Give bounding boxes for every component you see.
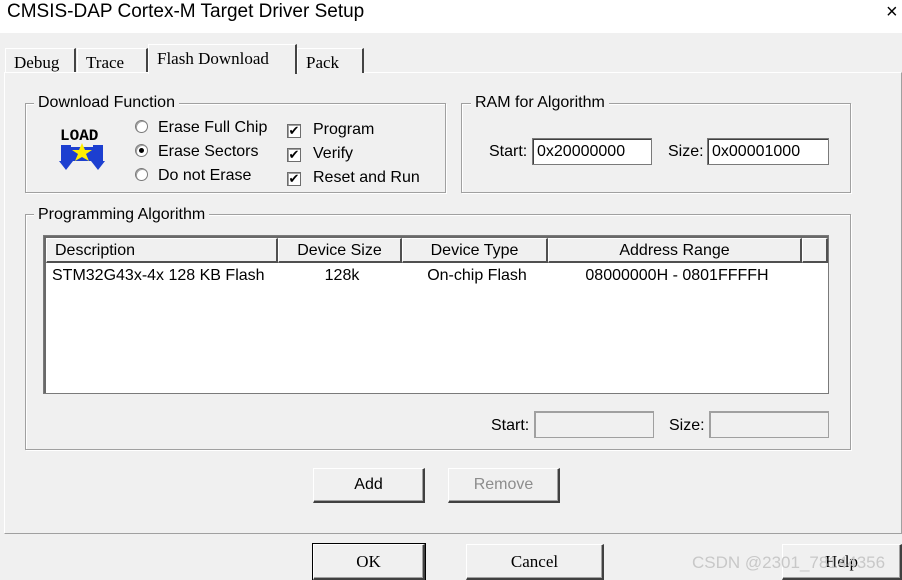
column-header-description[interactable]: Description xyxy=(46,238,278,263)
close-icon[interactable]: × xyxy=(886,1,902,25)
row-description: STM32G43x-4x 128 KB Flash xyxy=(52,267,265,284)
add-button[interactable]: Add xyxy=(313,468,425,503)
algorithm-size-label: Size: xyxy=(669,417,705,434)
ram-start-label: Start: xyxy=(489,143,528,160)
do-not-erase-radio[interactable]: Do not Erase xyxy=(135,167,251,185)
checkmark-icon[interactable]: ✔ xyxy=(287,148,301,162)
radio-indicator[interactable] xyxy=(135,168,148,181)
algorithm-size-input[interactable] xyxy=(709,411,829,438)
tab-pack[interactable]: Pack xyxy=(297,48,364,73)
row-device-type: On-chip Flash xyxy=(427,267,527,284)
row-device-size: 128k xyxy=(324,267,360,284)
radio-indicator[interactable] xyxy=(135,120,148,133)
algorithm-start-label: Start: xyxy=(491,417,530,434)
load-icon: LOAD xyxy=(58,123,108,173)
algorithm-list[interactable]: Description Device Size Device Type Addr… xyxy=(43,235,829,394)
table-row[interactable]: STM32G43x-4x 128 KB Flash 128k On-chip F… xyxy=(46,265,828,287)
ram-for-algorithm-legend: RAM for Algorithm xyxy=(471,94,609,112)
ram-start-input[interactable]: 0x20000000 xyxy=(532,138,652,165)
checkmark-icon[interactable]: ✔ xyxy=(287,172,301,186)
ok-button[interactable]: OK xyxy=(312,543,426,580)
column-header-address-range[interactable]: Address Range xyxy=(548,238,802,263)
tab-flash-download[interactable]: Flash Download xyxy=(148,44,297,74)
erase-full-chip-label: Erase Full Chip xyxy=(158,119,268,136)
load-icon-text: LOAD xyxy=(60,127,98,145)
row-address-range: 08000000H - 0801FFFFH xyxy=(585,267,769,284)
watermark-text: CSDN @2301_78144356 xyxy=(692,553,886,572)
program-label: Program xyxy=(313,121,375,138)
algorithm-start-input[interactable] xyxy=(534,411,654,438)
tab-trace[interactable]: Trace xyxy=(77,48,148,73)
cancel-button[interactable]: Cancel xyxy=(466,544,604,580)
programming-algorithm-legend: Programming Algorithm xyxy=(34,206,210,224)
column-header-device-type[interactable]: Device Type xyxy=(402,238,548,263)
erase-sectors-radio[interactable]: Erase Sectors xyxy=(135,143,258,161)
program-checkbox[interactable]: ✔ Program xyxy=(287,121,374,139)
ram-size-label: Size: xyxy=(668,143,704,160)
tab-debug[interactable]: Debug xyxy=(5,48,76,73)
verify-label: Verify xyxy=(313,145,354,162)
erase-full-chip-radio[interactable]: Erase Full Chip xyxy=(135,119,267,137)
erase-sectors-label: Erase Sectors xyxy=(158,143,259,160)
verify-checkbox[interactable]: ✔ Verify xyxy=(287,145,353,163)
do-not-erase-label: Do not Erase xyxy=(158,167,252,184)
window-title: CMSIS-DAP Cortex-M Target Driver Setup xyxy=(7,1,365,22)
remove-button[interactable]: Remove xyxy=(448,468,560,503)
column-header-device-size[interactable]: Device Size xyxy=(278,238,402,263)
ram-size-input[interactable]: 0x00001000 xyxy=(707,138,829,165)
reset-and-run-checkbox[interactable]: ✔ Reset and Run xyxy=(287,169,420,187)
download-function-legend: Download Function xyxy=(34,94,179,112)
reset-and-run-label: Reset and Run xyxy=(313,169,420,186)
checkmark-icon[interactable]: ✔ xyxy=(287,124,301,138)
column-header-filler xyxy=(802,238,828,263)
radio-indicator-selected[interactable] xyxy=(135,144,148,157)
